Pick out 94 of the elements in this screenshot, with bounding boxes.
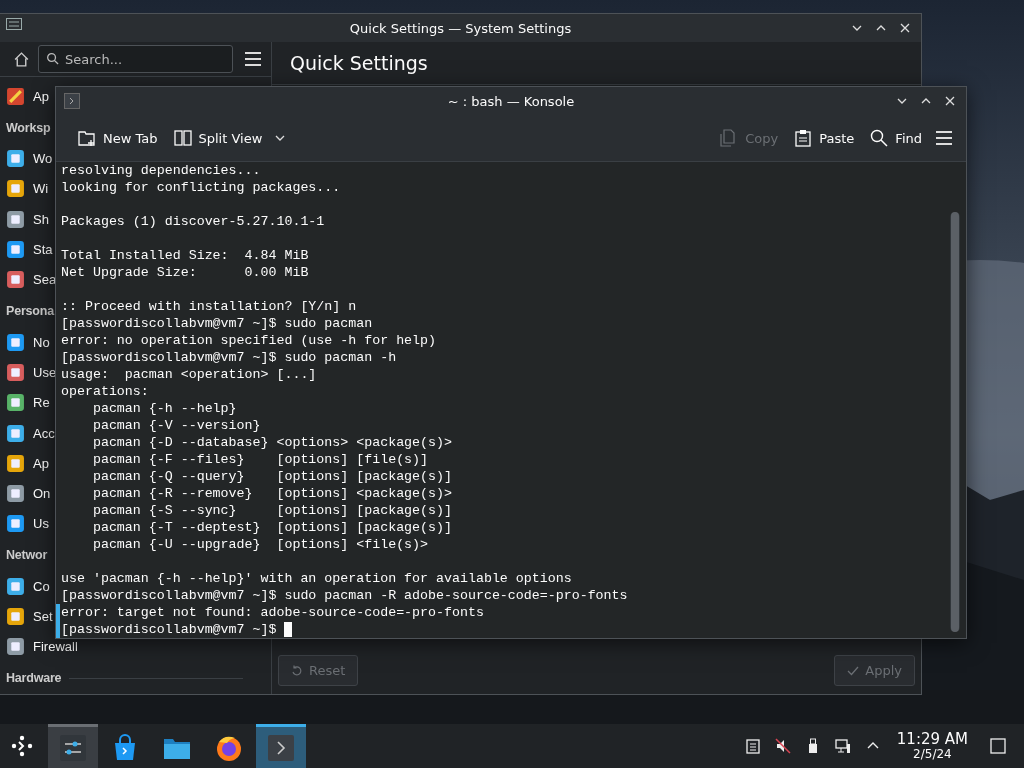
terminal-line: pacman {-D --database} <options> <package(s)> bbox=[91, 434, 452, 451]
terminal-line: operations: bbox=[61, 383, 149, 400]
toolbar-button[interactable]: New Tab bbox=[72, 125, 164, 151]
home-icon[interactable] bbox=[13, 50, 30, 68]
taskbar-button[interactable] bbox=[256, 724, 306, 768]
terminal-line: [passwordiscollabvm@vm7 ~]$ bbox=[61, 621, 278, 638]
toolbar-button[interactable]: Paste bbox=[788, 125, 861, 151]
terminal-line: [passwordiscollabvm@vm7 ~]$ sudo pacman -R adobe-source-code=-pro-fonts bbox=[61, 587, 628, 604]
terminal-line: pacman {-Q --query} [options] [package(s)] bbox=[91, 468, 452, 485]
app-icon bbox=[6, 18, 22, 30]
terminal-line: pacman {-U --upgrade} [options] <file(s)> bbox=[91, 536, 429, 553]
window-title: ~ : bash — Konsole bbox=[447, 93, 575, 109]
terminal-line: usage: pacman <operation> [...] bbox=[61, 366, 317, 383]
sliders-icon bbox=[59, 733, 87, 762]
terminal-line: use 'pacman {-h --help}' with an operation for available options bbox=[61, 570, 572, 587]
terminal-line: pacman {-h --help} bbox=[91, 400, 237, 417]
search-icon bbox=[870, 129, 889, 147]
sidebar-item[interactable]: Sta bbox=[33, 242, 53, 258]
app-icon bbox=[6, 453, 25, 473]
sidebar-item[interactable]: On bbox=[33, 486, 51, 502]
terminal-line: Total Installed Size: 4.84 MiB bbox=[61, 247, 309, 264]
search-icon bbox=[46, 52, 59, 66]
sidebar-item[interactable]: Sea bbox=[33, 272, 57, 288]
app-icon bbox=[6, 576, 25, 596]
scrollbar[interactable] bbox=[950, 212, 960, 632]
terminal-line: pacman {-R --remove} [options] <package(s)> bbox=[91, 485, 452, 502]
sidebar-item[interactable]: Wi bbox=[33, 181, 49, 197]
section-heading: Persona bbox=[6, 304, 54, 319]
new-tab-icon bbox=[78, 129, 96, 147]
sidebar-item[interactable]: Firewall bbox=[33, 639, 78, 655]
clipboard-icon bbox=[794, 129, 813, 147]
sidebar-item[interactable]: Us bbox=[33, 516, 49, 532]
clipboard-icon[interactable] bbox=[744, 738, 761, 754]
sidebar-item[interactable]: Wo bbox=[33, 151, 53, 167]
search-field[interactable]: Search... bbox=[38, 45, 233, 74]
toolbar-button[interactable]: Find bbox=[864, 125, 928, 151]
sidebar-item[interactable]: Ap bbox=[33, 455, 49, 471]
show-desktop-icon[interactable] bbox=[990, 738, 1006, 754]
sidebar-item[interactable]: Set bbox=[33, 609, 53, 625]
taskbar-button[interactable] bbox=[48, 724, 98, 768]
sidebar-item[interactable]: Re bbox=[33, 395, 50, 411]
toolbar-button[interactable]: Split View bbox=[167, 125, 269, 151]
menu-icon[interactable] bbox=[936, 131, 952, 145]
terminal-icon bbox=[64, 93, 80, 109]
close-icon[interactable] bbox=[899, 22, 911, 34]
sidebar-item[interactable]: Co bbox=[33, 578, 50, 594]
undo-icon bbox=[291, 664, 303, 677]
app-icon bbox=[6, 393, 25, 413]
section-heading: Networ bbox=[6, 548, 48, 563]
app-icon bbox=[6, 149, 25, 169]
menu-icon[interactable] bbox=[245, 52, 261, 67]
terminal-line: looking for conflicting packages... bbox=[61, 179, 341, 196]
columns-icon bbox=[173, 129, 192, 147]
clock[interactable]: 11:29 AM 2/5/24 bbox=[896, 731, 968, 761]
sidebar-item[interactable]: No bbox=[33, 334, 50, 350]
terminal-line: :: Proceed with installation? [Y/n] n bbox=[61, 298, 357, 315]
check-icon bbox=[847, 664, 860, 677]
sidebar-item[interactable]: Use bbox=[33, 364, 57, 380]
app-icon bbox=[6, 179, 25, 199]
muted-speaker-icon[interactable] bbox=[774, 738, 791, 754]
app-icon bbox=[6, 637, 25, 657]
section-heading: Hardware bbox=[6, 671, 62, 685]
app-icon bbox=[6, 514, 25, 534]
launcher-icon[interactable] bbox=[10, 734, 34, 758]
app-icon bbox=[6, 209, 25, 229]
sidebar-item[interactable]: Ap bbox=[33, 88, 49, 104]
terminal-icon bbox=[267, 733, 295, 762]
terminal-line: pacman {-F --files} [options] [file(s)] bbox=[91, 451, 429, 468]
app-icon bbox=[6, 423, 25, 443]
app-icon bbox=[6, 86, 25, 106]
app-icon bbox=[6, 332, 25, 352]
terminal-line: resolving dependencies... bbox=[61, 162, 261, 179]
app-icon bbox=[6, 240, 25, 260]
terminal-line: pacman {-S --sync} [options] [package(s)] bbox=[91, 502, 452, 519]
sidebar-item[interactable]: Acc bbox=[33, 425, 55, 441]
window-title: Quick Settings — System Settings bbox=[349, 20, 572, 36]
terminal-line: Net Upgrade Size: 0.00 MiB bbox=[61, 264, 309, 281]
terminal-line: Packages (1) discover-5.27.10.1-1 bbox=[61, 213, 325, 230]
sidebar-item[interactable]: Sh bbox=[33, 211, 49, 227]
section-heading: Worksp bbox=[6, 120, 51, 135]
terminal-line: pacman {-T --deptest} [options] [package(s)] bbox=[91, 519, 452, 536]
page-title: Quick Settings bbox=[290, 52, 428, 74]
app-icon bbox=[6, 607, 25, 627]
app-icon bbox=[6, 270, 25, 290]
terminal-line: pacman {-V --version} bbox=[91, 417, 261, 434]
terminal-line: error: target not found: adobe-source-code=-pro-fonts bbox=[61, 604, 484, 621]
network-icon[interactable] bbox=[834, 738, 851, 754]
app-icon bbox=[6, 362, 25, 382]
terminal-line: error: no operation specified (use -h for help) bbox=[61, 332, 437, 349]
close-icon[interactable] bbox=[944, 95, 956, 107]
terminal-line: [passwordiscollabvm@vm7 ~]$ sudo pacman bbox=[61, 315, 373, 332]
app-icon bbox=[6, 484, 25, 504]
terminal-line: [passwordiscollabvm@vm7 ~]$ sudo pacman -h bbox=[61, 349, 397, 366]
cursor bbox=[284, 622, 293, 637]
